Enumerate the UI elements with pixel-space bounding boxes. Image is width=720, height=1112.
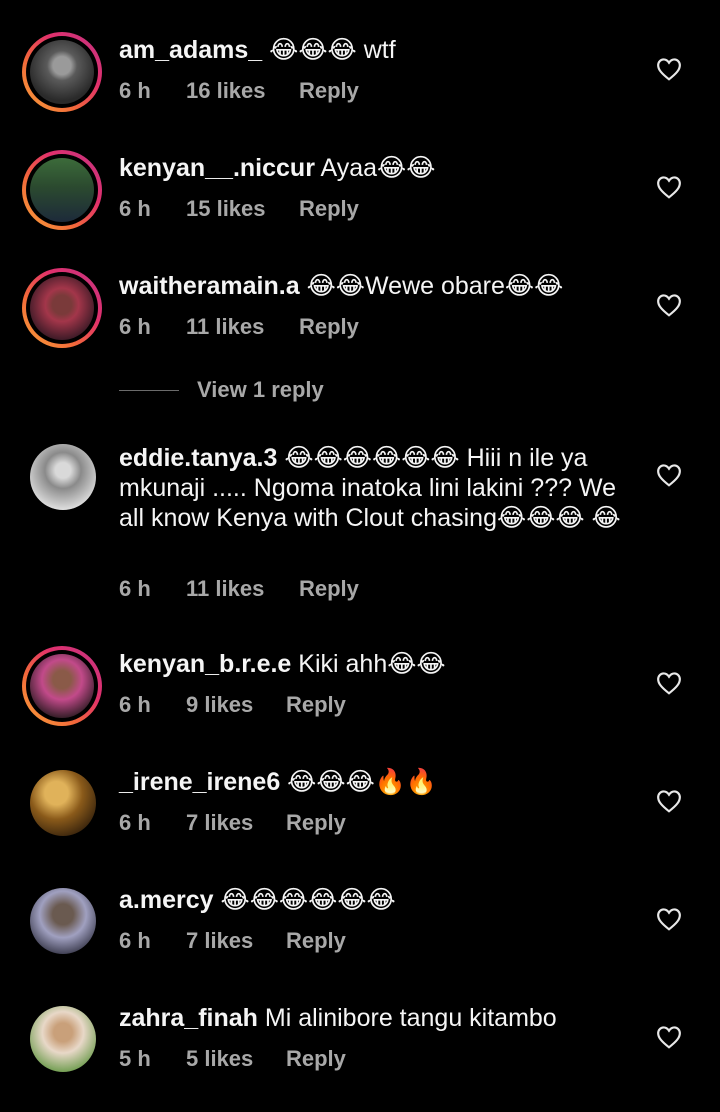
comment-likes[interactable]: 15 likes xyxy=(186,196,266,222)
comment-likes[interactable]: 7 likes xyxy=(186,928,253,954)
comment-text: 😂😂😂🔥🔥 xyxy=(287,768,438,796)
comment-likes[interactable]: 5 likes xyxy=(186,1046,253,1072)
comment-username[interactable]: am_adams_ xyxy=(119,36,262,64)
comment-time: 6 h xyxy=(119,78,151,103)
comment-text: Kiki ahh😂😂 xyxy=(298,650,446,678)
comment-text: Mi alinibore tangu kitambo xyxy=(264,1004,557,1032)
comment-time: 5 h xyxy=(119,1046,151,1071)
comment-likes[interactable]: 16 likes xyxy=(186,78,266,104)
comment-time: 6 h xyxy=(119,576,151,601)
reply-button[interactable]: Reply xyxy=(299,78,359,104)
comment-time: 6 h xyxy=(119,810,151,835)
comment-username[interactable]: zahra_finah xyxy=(119,1004,258,1032)
heart-outline-icon[interactable] xyxy=(656,463,682,487)
comment-username[interactable]: _irene_irene6 xyxy=(119,768,280,796)
heart-outline-icon[interactable] xyxy=(656,907,682,931)
comment-username[interactable]: waitheramain.a xyxy=(119,272,300,300)
comment-likes[interactable]: 11 likes xyxy=(186,576,264,602)
divider-line xyxy=(119,390,179,391)
reply-button[interactable]: Reply xyxy=(286,928,346,954)
comment-text: 😂😂😂😂😂😂 xyxy=(220,886,396,914)
reply-button[interactable]: Reply xyxy=(299,314,359,340)
avatar[interactable] xyxy=(30,444,96,510)
comment-time: 6 h xyxy=(119,692,151,717)
comment-time: 6 h xyxy=(119,196,151,221)
comment-likes[interactable]: 9 likes xyxy=(186,692,253,718)
heart-outline-icon[interactable] xyxy=(656,671,682,695)
avatar[interactable] xyxy=(22,32,102,112)
comment-time: 6 h xyxy=(119,314,151,339)
comment-text: 😂😂Wewe obare😂😂 xyxy=(306,272,564,300)
avatar[interactable] xyxy=(30,770,96,836)
reply-button[interactable]: Reply xyxy=(299,196,359,222)
comment-username[interactable]: kenyan__.niccur xyxy=(119,154,315,182)
comment-text: 😂😂😂 wtf xyxy=(269,36,396,64)
reply-button[interactable]: Reply xyxy=(286,810,346,836)
comment-time: 6 h xyxy=(119,928,151,953)
reply-button[interactable]: Reply xyxy=(286,1046,346,1072)
heart-outline-icon[interactable] xyxy=(656,293,682,317)
comment-username[interactable]: a.mercy xyxy=(119,886,214,914)
avatar[interactable] xyxy=(30,1006,96,1072)
comment-likes[interactable]: 11 likes xyxy=(186,314,264,340)
reply-button[interactable]: Reply xyxy=(299,576,359,602)
avatar[interactable] xyxy=(30,888,96,954)
view-replies-label[interactable]: View 1 reply xyxy=(197,377,324,403)
avatar[interactable] xyxy=(22,268,102,348)
avatar[interactable] xyxy=(22,150,102,230)
heart-outline-icon[interactable] xyxy=(656,789,682,813)
heart-outline-icon[interactable] xyxy=(656,1025,682,1049)
comment-username[interactable]: kenyan_b.r.e.e xyxy=(119,650,291,678)
heart-outline-icon[interactable] xyxy=(656,175,682,199)
heart-outline-icon[interactable] xyxy=(656,57,682,81)
comment-text: Ayaa😂😂 xyxy=(320,154,436,182)
comment-likes[interactable]: 7 likes xyxy=(186,810,253,836)
reply-button[interactable]: Reply xyxy=(286,692,346,718)
comment-username[interactable]: eddie.tanya.3 xyxy=(119,444,277,472)
avatar[interactable] xyxy=(22,646,102,726)
